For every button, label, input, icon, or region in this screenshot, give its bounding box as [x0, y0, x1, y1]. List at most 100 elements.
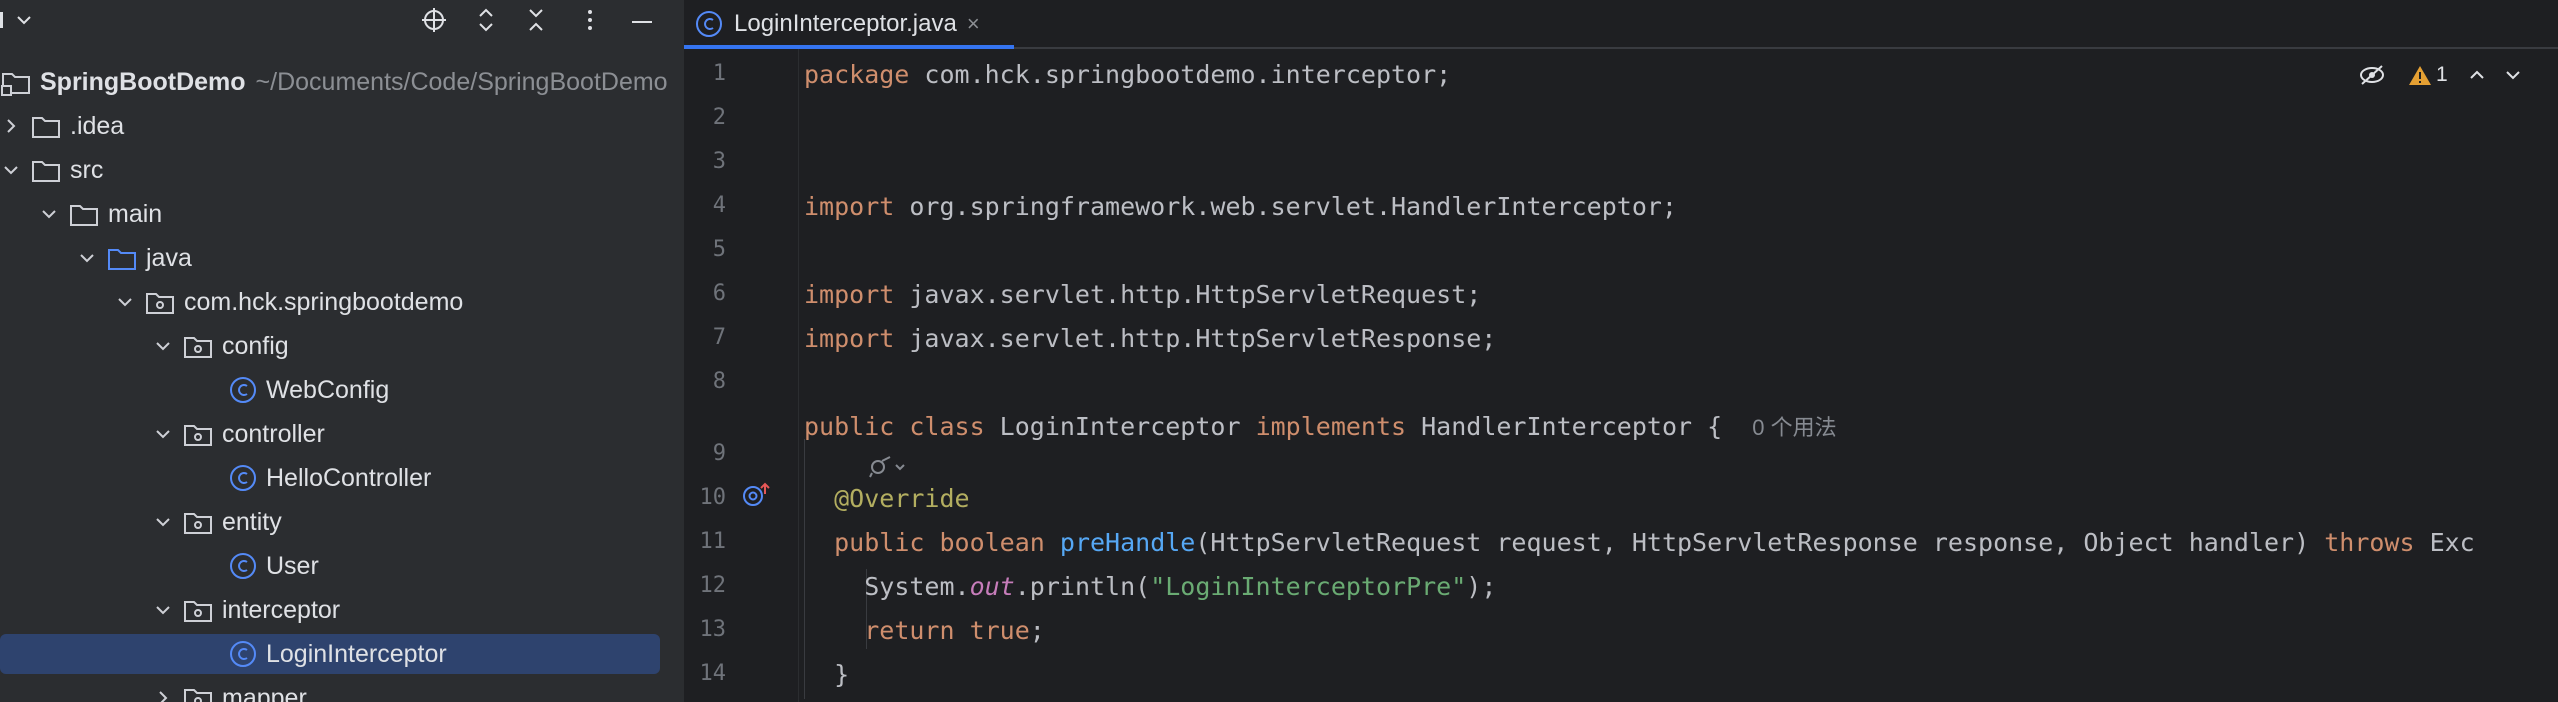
- package-icon: [182, 682, 214, 702]
- tree-item-java[interactable]: java: [0, 238, 684, 278]
- line-number: 13: [699, 617, 727, 642]
- project-root-path: ~/Documents/Code/SpringBootDemo: [255, 67, 668, 96]
- folder-icon: [68, 198, 100, 230]
- chevron-down-icon[interactable]: [38, 203, 60, 225]
- chevron-down-icon[interactable]: [152, 599, 174, 621]
- tree-item-user[interactable]: User: [0, 546, 684, 586]
- tree-item-logininterceptor[interactable]: LoginInterceptor: [0, 634, 684, 674]
- code-line-13: }: [834, 660, 850, 689]
- source-folder-icon: [106, 242, 138, 274]
- locate-icon[interactable]: [420, 6, 448, 34]
- code-vision-icon[interactable]: [868, 455, 908, 483]
- expand-all-icon[interactable]: [472, 6, 500, 34]
- tree-item-label: WebConfig: [266, 375, 390, 404]
- more-icon[interactable]: [576, 6, 604, 34]
- code-line-8: public class LoginInterceptor implements…: [804, 412, 1837, 441]
- chevron-down-icon[interactable]: [10, 6, 38, 34]
- tree-item-label: LoginInterceptor: [266, 639, 447, 668]
- tree-item-label: com.hck.springbootdemo: [184, 287, 464, 316]
- project-panel: SpringBootDemo ~/Documents/Code/SpringBo…: [0, 0, 684, 702]
- chevron-down-icon[interactable]: [114, 291, 136, 313]
- tree-item-label: src: [70, 155, 104, 184]
- code-line-10: public boolean preHandle(HttpServletRequ…: [834, 528, 2475, 557]
- folder-icon: [30, 154, 62, 186]
- tree-item-label: java: [146, 243, 192, 272]
- code-line-1: package com.hck.springbootdemo.intercept…: [804, 60, 1452, 89]
- line-number: 6: [712, 281, 726, 306]
- project-root-name: SpringBootDemo: [40, 67, 246, 96]
- line-number: 2: [712, 105, 726, 130]
- line-number: 12: [699, 573, 727, 598]
- chevron-right-icon[interactable]: [0, 115, 22, 137]
- tree-item-entity[interactable]: entity: [0, 502, 684, 542]
- package-icon: [144, 286, 176, 318]
- line-number: 10: [699, 485, 727, 510]
- class-icon: [228, 375, 258, 405]
- line-number: 14: [699, 661, 727, 686]
- line-number: 4: [712, 193, 726, 218]
- code-line-9: @Override: [834, 484, 970, 513]
- code-line-11: System.out.println("LoginInterceptorPre"…: [864, 572, 1497, 601]
- class-icon: [228, 551, 258, 581]
- line-number: 9: [712, 441, 726, 466]
- tree-item-controller[interactable]: controller: [0, 414, 684, 454]
- tree-item-label: config: [222, 331, 289, 360]
- tree-item-label: HelloController: [266, 463, 432, 492]
- project-root[interactable]: SpringBootDemo ~/Documents/Code/SpringBo…: [0, 62, 684, 102]
- implements-method-icon[interactable]: [742, 481, 772, 513]
- tree-item-label: mapper: [222, 683, 307, 702]
- editor-tab-bar: LoginInterceptor.java ×: [684, 0, 2558, 49]
- tree-item-webconfig[interactable]: WebConfig: [0, 370, 684, 410]
- line-number: 5: [712, 237, 726, 262]
- code-line-3: import org.springframework.web.servlet.H…: [804, 192, 1677, 221]
- tree-item-label: entity: [222, 507, 282, 536]
- code-editor[interactable]: LoginInterceptor.java × 1 1 2 3 4 5 6 7 …: [684, 0, 2558, 702]
- line-number-gutter[interactable]: 1 2 3 4 5 6 7 8 9 10 11 12 13 14: [684, 49, 796, 702]
- usage-hint: 0 个用法: [1752, 415, 1837, 440]
- tab-label: LoginInterceptor.java: [734, 9, 957, 37]
- class-icon: [228, 639, 258, 669]
- chevron-right-icon[interactable]: [152, 687, 174, 702]
- collapse-all-icon[interactable]: [522, 6, 550, 34]
- class-icon: [228, 463, 258, 493]
- code-line-12: return true;: [864, 616, 1045, 645]
- code-line-5: import javax.servlet.http.HttpServletReq…: [804, 280, 1482, 309]
- chevron-down-icon[interactable]: [152, 511, 174, 533]
- package-icon: [182, 330, 214, 362]
- code-line-6: import javax.servlet.http.HttpServletRes…: [804, 324, 1497, 353]
- tree-item-package-root[interactable]: com.hck.springbootdemo: [0, 282, 684, 322]
- line-number: 8: [712, 369, 726, 394]
- tree-item-idea[interactable]: .idea: [0, 106, 684, 146]
- chevron-down-icon[interactable]: [152, 335, 174, 357]
- line-number: 11: [699, 529, 727, 554]
- line-number: 3: [712, 149, 726, 174]
- tree-item-hellocontroller[interactable]: HelloController: [0, 458, 684, 498]
- chevron-down-icon[interactable]: [76, 247, 98, 269]
- project-toolbar: [0, 0, 684, 44]
- chevron-down-icon[interactable]: [0, 159, 22, 181]
- line-number: 1: [712, 61, 726, 86]
- tree-item-label: .idea: [70, 111, 125, 140]
- gutter-divider: [798, 49, 799, 702]
- minimize-icon[interactable]: [628, 6, 656, 34]
- module-folder-icon: [0, 66, 32, 98]
- folder-icon: [30, 110, 62, 142]
- code-area[interactable]: package com.hck.springbootdemo.intercept…: [804, 49, 2558, 702]
- class-icon: [694, 9, 724, 39]
- tree-item-label: controller: [222, 419, 325, 448]
- tree-item-config[interactable]: config: [0, 326, 684, 366]
- tree-item-mapper[interactable]: mapper: [0, 678, 684, 702]
- line-number: 7: [712, 325, 726, 350]
- tree-item-src[interactable]: src: [0, 150, 684, 190]
- package-icon: [182, 506, 214, 538]
- tab-logininterceptor-java[interactable]: LoginInterceptor.java ×: [684, 0, 1014, 49]
- tree-item-interceptor[interactable]: interceptor: [0, 590, 684, 630]
- tree-item-label: interceptor: [222, 595, 341, 624]
- close-icon[interactable]: ×: [967, 11, 980, 37]
- tree-item-main[interactable]: main: [0, 194, 684, 234]
- package-icon: [182, 418, 214, 450]
- package-icon: [182, 594, 214, 626]
- chevron-down-icon[interactable]: [152, 423, 174, 445]
- tree-item-label: User: [266, 551, 319, 580]
- tree-item-label: main: [108, 199, 163, 228]
